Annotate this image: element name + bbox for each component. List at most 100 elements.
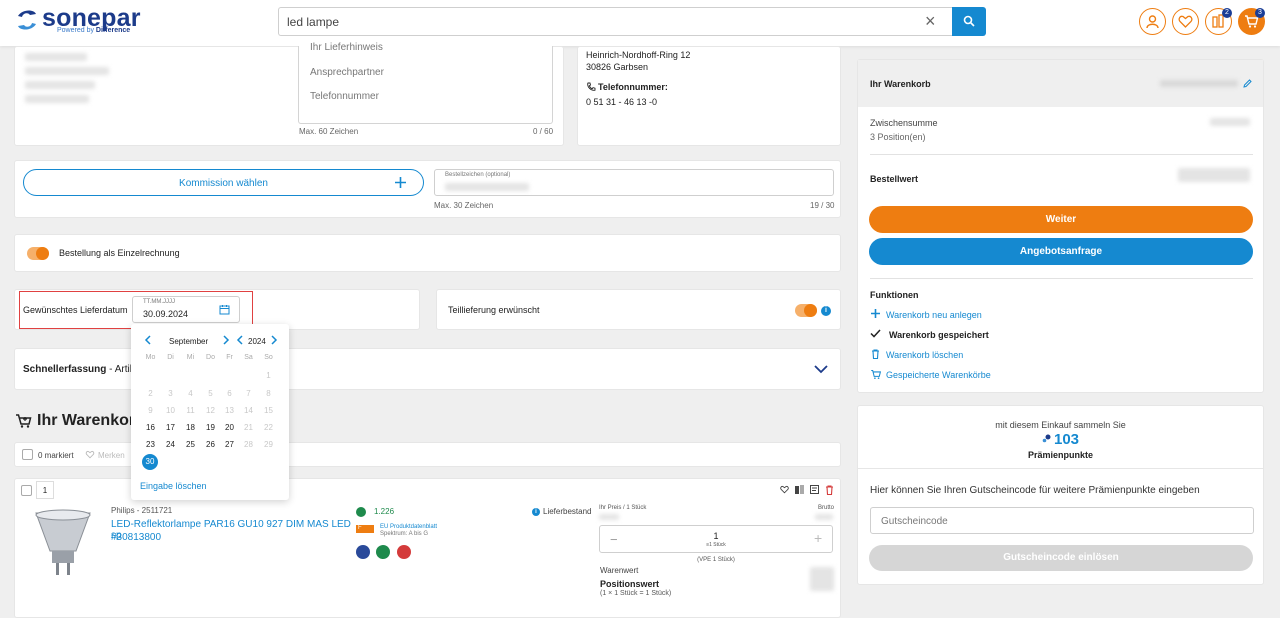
increase-qty-button[interactable]: + <box>814 530 822 546</box>
calendar-month[interactable]: September <box>169 337 208 346</box>
branch-phone-value: 0 51 31 - 46 13 -0 <box>586 97 658 107</box>
order-reference-input[interactable]: Bestellzeichen (optional) <box>434 169 834 196</box>
chevron-left-icon[interactable] <box>144 335 151 345</box>
calendar-day-selected[interactable]: 30 <box>142 454 158 470</box>
search-icon <box>963 15 975 27</box>
calendar-day[interactable]: 26 <box>201 440 220 449</box>
info-icon[interactable]: i <box>532 508 540 516</box>
calendar-day[interactable]: 24 <box>161 440 180 449</box>
weekday-header: Mo <box>145 354 156 361</box>
calendar-day[interactable]: 23 <box>141 440 160 449</box>
contact-person-placeholder: Ansprechpartner <box>310 67 384 78</box>
search-input[interactable] <box>279 8 899 35</box>
weekday-header: Do <box>206 354 215 361</box>
select-commission-label: Kommission wählen <box>179 178 268 189</box>
search-button[interactable] <box>952 7 986 36</box>
calendar-day: 5 <box>208 389 213 398</box>
delivery-notes-textarea[interactable]: Ihr Lieferhinweis Ansprechpartner Telefo… <box>298 42 553 124</box>
single-invoice-label: Bestellung als Einzelrechnung <box>59 248 180 258</box>
points-intro: mit diesem Einkauf sammeln Sie <box>995 420 1126 430</box>
remember-label[interactable]: Merken <box>98 451 125 460</box>
calendar-day: 1 <box>266 371 271 380</box>
branch-city: 30826 Garbsen <box>586 62 649 72</box>
note-icon[interactable] <box>810 485 819 494</box>
phone-placeholder: Telefonnummer <box>310 91 379 102</box>
item-checkbox[interactable] <box>21 485 32 496</box>
weekday-header: Mi <box>186 354 195 361</box>
weekday-header: Di <box>167 354 174 361</box>
calendar-day: 8 <box>266 389 271 398</box>
delivery-date-label: Gewünschtes Lieferdatum <box>23 305 128 315</box>
info-icon[interactable]: i <box>821 306 831 316</box>
points-icon <box>1042 434 1051 443</box>
quote-request-button[interactable]: Angebotsanfrage <box>869 238 1253 265</box>
calendar-day[interactable]: 20 <box>220 423 239 432</box>
calendar-day[interactable]: 16 <box>141 423 160 432</box>
calendar-day: 10 <box>166 406 175 415</box>
functions-title: Funktionen <box>870 290 919 300</box>
feature-icon-3[interactable] <box>397 545 411 559</box>
voucher-placeholder: Gutscheincode <box>881 516 948 527</box>
calendar-day: 9 <box>148 406 153 415</box>
clear-search-icon[interactable]: × <box>925 12 936 30</box>
plus-icon <box>871 309 880 318</box>
chevron-right-icon[interactable] <box>271 335 278 345</box>
redeem-voucher-button[interactable]: Gutscheincode einlösen <box>869 545 1253 571</box>
calendar-icon[interactable] <box>219 304 230 315</box>
chevron-right-icon[interactable] <box>223 335 230 345</box>
account-button[interactable] <box>1139 8 1166 35</box>
compare-icon[interactable] <box>795 485 804 494</box>
select-all-checkbox[interactable] <box>22 449 33 460</box>
calendar-day[interactable]: 25 <box>181 440 200 449</box>
chevron-left-icon[interactable] <box>236 335 243 345</box>
goods-value-label: Warenwert <box>600 566 639 575</box>
calendar-day: 29 <box>264 440 273 449</box>
calendar-day: 21 <box>244 423 253 432</box>
sonepar-logo-icon[interactable] <box>14 7 40 33</box>
delivery-date-input[interactable]: TT.MM.JJJJ 30.09.2024 <box>132 296 240 323</box>
chevron-down-icon[interactable] <box>814 364 828 374</box>
saved-carts-link[interactable]: Gespeicherte Warenkörbe <box>886 370 991 380</box>
heart-icon[interactable] <box>780 485 789 494</box>
weekday-header: Fr <box>226 354 233 361</box>
partial-delivery-toggle[interactable] <box>795 304 817 317</box>
select-commission-button[interactable]: Kommission wählen <box>23 169 424 196</box>
date-format-label: TT.MM.JJJJ <box>143 299 175 305</box>
order-reference-count: 19 / 30 <box>810 201 835 210</box>
voucher-input[interactable]: Gutscheincode <box>870 507 1254 534</box>
heart-icon <box>1178 15 1193 28</box>
calendar-day: 15 <box>264 406 273 415</box>
item-position: 1 <box>36 481 54 499</box>
calendar-day[interactable]: 27 <box>220 440 239 449</box>
energy-label-badge[interactable]: F <box>356 525 374 533</box>
feature-icon-2[interactable] <box>376 545 390 559</box>
order-reference-limit: Max. 30 Zeichen <box>434 201 494 210</box>
calendar-day[interactable]: 18 <box>181 423 200 432</box>
quantity-stepper[interactable]: − 1 ≡1 Stück + <box>599 525 833 553</box>
calendar-day: 22 <box>264 423 273 432</box>
product-image[interactable] <box>32 509 94 579</box>
feature-icon-1[interactable] <box>356 545 370 559</box>
order-value-label: Bestellwert <box>870 174 919 184</box>
points-label: Prämienpunkte <box>1027 450 1094 460</box>
product-number[interactable]: #30813800 <box>111 532 161 543</box>
eu-datasheet-link[interactable]: EU Produktdatenblatt <box>380 524 437 530</box>
heart-icon[interactable] <box>85 450 95 459</box>
calendar-year[interactable]: 2024 <box>248 337 266 346</box>
calendar-day: 4 <box>188 389 193 398</box>
calendar-day[interactable]: 19 <box>201 423 220 432</box>
delete-cart-link[interactable]: Warenkorb löschen <box>886 350 963 360</box>
single-invoice-toggle[interactable] <box>27 247 49 260</box>
new-cart-link[interactable]: Warenkorb neu anlegen <box>886 310 982 320</box>
trash-icon <box>872 349 879 359</box>
single-invoice-card: Bestellung als Einzelrechnung <box>14 234 841 272</box>
packaging-unit: (VPE 1 Stück) <box>697 557 735 563</box>
continue-button[interactable]: Weiter <box>869 206 1253 233</box>
edit-icon[interactable] <box>1243 79 1252 88</box>
calendar-day[interactable]: 17 <box>161 423 180 432</box>
branch-street: Heinrich-Nordhoff-Ring 12 <box>586 50 691 60</box>
quantity-value[interactable]: 1 <box>600 531 832 541</box>
clear-date-link[interactable]: Eingabe löschen <box>140 481 207 491</box>
wishlist-button[interactable] <box>1172 8 1199 35</box>
trash-icon[interactable] <box>825 485 834 495</box>
